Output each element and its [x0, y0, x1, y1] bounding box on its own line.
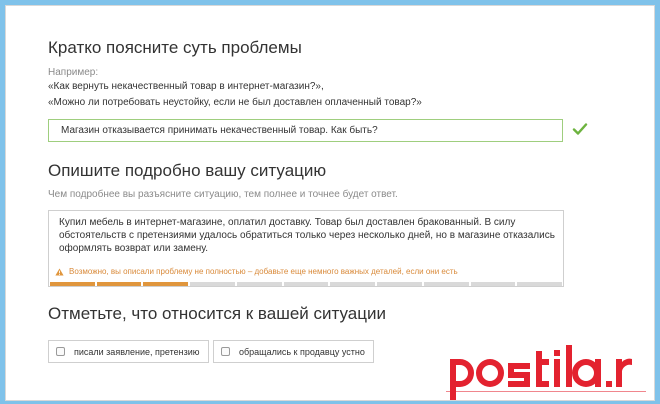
warning-text: Возможно, вы описали проблему не полност… [69, 267, 458, 276]
checkbox-label: писали заявление, претензию [74, 346, 200, 357]
example-line-1: «Как вернуть некачественный товар в инте… [48, 81, 324, 92]
progress-segment [517, 282, 563, 286]
detail-hint: Чем подробнее вы разъясните ситуацию, те… [48, 189, 398, 200]
problem-summary-input[interactable]: Магазин отказывается принимать некачеств… [48, 119, 563, 142]
checkbox-wrote-claim[interactable]: писали заявление, претензию [48, 340, 209, 363]
progress-segment [236, 282, 282, 286]
situation-text: Купил мебель в интернет-магазине, оплати… [59, 217, 555, 254]
section-title-checkboxes: Отметьте, что относится к вашей ситуации [48, 304, 386, 323]
checkbox-box[interactable] [221, 347, 230, 356]
postila-logo [446, 345, 646, 400]
section-title-detailed: Опишите подробно вашу ситуацию [48, 161, 327, 180]
progress-segment [377, 282, 422, 286]
progress-segment [50, 282, 95, 286]
detail-progress-bar [49, 282, 563, 286]
progress-segment [283, 282, 329, 286]
form-card: Кратко поясните суть проблемы Например: … [5, 5, 655, 401]
progress-segment [423, 282, 469, 286]
checkbox-box[interactable] [56, 347, 65, 356]
situation-textarea[interactable]: Купил мебель в интернет-магазине, оплати… [48, 210, 564, 287]
check-icon [572, 123, 588, 135]
progress-segment [190, 282, 235, 286]
checkbox-label: обращались к продавцу устно [239, 346, 365, 357]
completeness-warning: Возможно, вы описали проблему не полност… [55, 267, 458, 276]
examples-hint: Например: [48, 67, 99, 78]
progress-segment [330, 282, 376, 286]
progress-segment [96, 282, 142, 286]
checkbox-contacted-seller[interactable]: обращались к продавцу устно [213, 340, 374, 363]
progress-segment [143, 282, 189, 286]
example-line-2: «Можно ли потребовать неустойку, если не… [48, 97, 422, 108]
progress-segment [470, 282, 516, 286]
section-title-brief: Кратко поясните суть проблемы [48, 38, 302, 57]
warning-triangle-icon [55, 267, 64, 276]
